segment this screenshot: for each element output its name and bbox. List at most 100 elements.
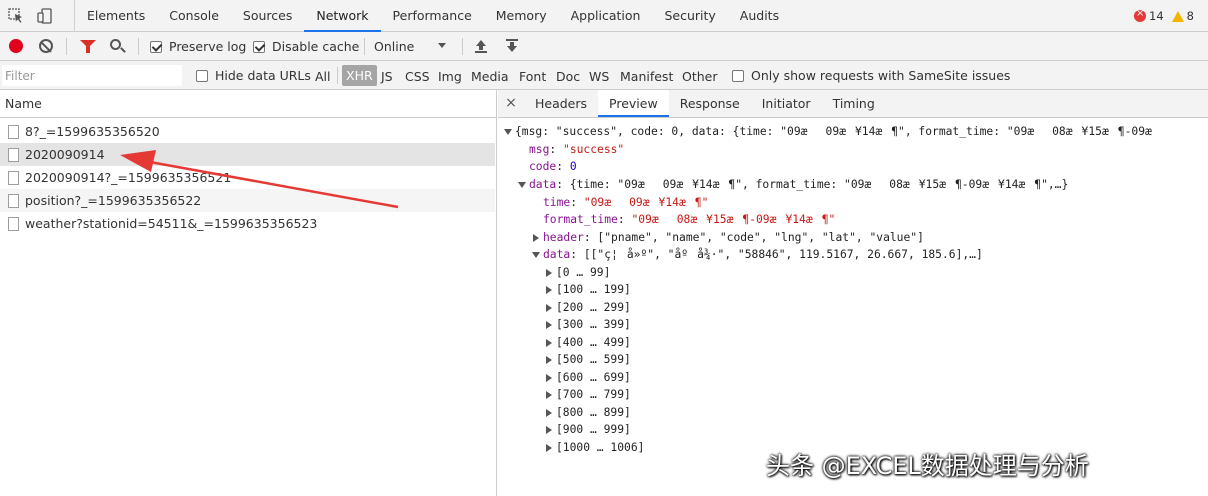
json-data-array-row[interactable]: data: [["ç¦å»º", "åºå¾·", "58846", 119… xyxy=(532,246,983,264)
samesite-toggle[interactable]: Only show requests with SameSite issues xyxy=(732,68,1010,83)
disable-cache-checkbox[interactable] xyxy=(253,40,265,53)
tab-performance[interactable]: Performance xyxy=(381,0,484,32)
preserve-log-toggle[interactable]: Preserve log xyxy=(150,39,246,54)
type-filter-css[interactable]: CSS xyxy=(405,69,430,84)
type-filter-media[interactable]: Media xyxy=(471,69,509,84)
collapsed-triangle-icon[interactable] xyxy=(546,444,552,452)
tab-response[interactable]: Response xyxy=(669,90,751,117)
json-data-row[interactable]: data: {time: "09æ09æ¥14æ¶", format_t… xyxy=(518,176,1068,194)
clear-icon[interactable] xyxy=(39,39,53,53)
json-range-label: [300 … 399] xyxy=(556,318,631,331)
type-filter-xhr[interactable]: XHR xyxy=(342,65,377,86)
type-filter-img[interactable]: Img xyxy=(438,69,462,84)
tab-application[interactable]: Application xyxy=(559,0,653,32)
collapsed-triangle-icon[interactable] xyxy=(546,356,552,364)
json-data-array-summary: [["ç¦å»º", "åºå¾·", "58846", 119.5167,… xyxy=(583,248,983,261)
tab-elements[interactable]: Elements xyxy=(75,0,157,32)
disable-cache-toggle[interactable]: Disable cache xyxy=(253,39,359,54)
export-har-icon[interactable] xyxy=(505,38,519,54)
json-range-row[interactable]: [600 … 699] xyxy=(545,369,631,387)
collapsed-triangle-icon[interactable] xyxy=(546,321,552,329)
search-icon[interactable] xyxy=(110,39,121,50)
type-filter-font[interactable]: Font xyxy=(519,69,546,84)
json-range-label: [100 … 199] xyxy=(556,283,631,296)
json-range-row[interactable]: [400 … 499] xyxy=(545,334,631,352)
request-row[interactable]: weather?stationid=54511&_=1599635356523 xyxy=(0,212,495,235)
collapsed-triangle-icon[interactable] xyxy=(546,269,552,277)
preserve-log-label: Preserve log xyxy=(169,39,247,54)
device-toolbar-icon[interactable] xyxy=(37,8,53,24)
request-row-selected[interactable]: 2020090914 xyxy=(0,143,495,166)
hide-data-urls-label: Hide data URLs xyxy=(215,68,311,83)
json-range-row[interactable]: [900 … 999] xyxy=(545,421,631,439)
json-range-label: [0 … 99] xyxy=(556,266,611,279)
expanded-triangle-icon[interactable] xyxy=(504,129,512,135)
json-range-row[interactable]: [300 … 399] xyxy=(545,316,631,334)
request-row[interactable]: 8?_=1599635356520 xyxy=(0,120,495,143)
toolbar-divider xyxy=(66,38,67,55)
collapsed-triangle-icon[interactable] xyxy=(546,409,552,417)
chevron-down-icon[interactable] xyxy=(438,43,446,48)
tab-sources[interactable]: Sources xyxy=(231,0,304,32)
tab-initiator[interactable]: Initiator xyxy=(751,90,822,117)
json-range-row[interactable]: [700 … 799] xyxy=(545,386,631,404)
type-filter-doc[interactable]: Doc xyxy=(556,69,580,84)
json-range-row[interactable]: [1000 … 1006] xyxy=(545,439,644,457)
json-range-label: [700 … 799] xyxy=(556,388,631,401)
collapsed-triangle-icon[interactable] xyxy=(546,339,552,347)
tab-audits[interactable]: Audits xyxy=(728,0,791,32)
type-filter-all[interactable]: All xyxy=(315,69,331,84)
toolbar-divider xyxy=(364,38,365,55)
warning-icon xyxy=(1171,10,1184,22)
json-range-label: [600 … 699] xyxy=(556,371,631,384)
request-name: 2020090914?_=1599635356521 xyxy=(25,170,232,185)
json-key: data xyxy=(529,178,557,191)
type-filter-js[interactable]: JS xyxy=(381,69,393,84)
tab-timing[interactable]: Timing xyxy=(822,90,886,117)
collapsed-triangle-icon[interactable] xyxy=(546,391,552,399)
request-row[interactable]: position?_=1599635356522 xyxy=(0,189,495,212)
preserve-log-checkbox[interactable] xyxy=(150,40,162,53)
type-filter-manifest[interactable]: Manifest xyxy=(620,69,673,84)
json-range-row[interactable]: [100 … 199] xyxy=(545,281,631,299)
collapsed-triangle-icon[interactable] xyxy=(546,304,552,312)
file-icon xyxy=(8,193,19,208)
samesite-checkbox[interactable] xyxy=(732,69,744,82)
json-root-row[interactable]: {msg: "success", code: 0, data: {time: "… xyxy=(504,123,1152,141)
close-icon[interactable]: × xyxy=(498,90,524,117)
json-range-row[interactable]: [500 … 599] xyxy=(545,351,631,369)
tab-headers[interactable]: Headers xyxy=(524,90,598,117)
json-range-row[interactable]: [200 … 299] xyxy=(545,299,631,317)
tab-console[interactable]: Console xyxy=(157,0,231,32)
collapsed-triangle-icon[interactable] xyxy=(546,426,552,434)
collapsed-triangle-icon[interactable] xyxy=(546,286,552,294)
hide-data-urls-checkbox[interactable] xyxy=(196,69,208,82)
json-range-row[interactable]: [0 … 99] xyxy=(545,264,610,282)
tab-security[interactable]: Security xyxy=(652,0,727,32)
tab-preview[interactable]: Preview xyxy=(598,90,669,117)
type-filter-other[interactable]: Other xyxy=(682,69,718,84)
samesite-label: Only show requests with SameSite issues xyxy=(751,68,1011,83)
record-button[interactable] xyxy=(9,39,23,53)
hide-data-urls-toggle[interactable]: Hide data URLs xyxy=(196,68,311,83)
filter-icon[interactable] xyxy=(80,40,96,53)
expanded-triangle-icon[interactable] xyxy=(518,182,526,188)
collapsed-triangle-icon[interactable] xyxy=(546,374,552,382)
throttling-select[interactable]: Online xyxy=(374,39,414,54)
element-picker-icon[interactable] xyxy=(8,8,24,24)
issue-counters[interactable]: 14 8 xyxy=(1134,8,1194,23)
expanded-triangle-icon[interactable] xyxy=(532,252,540,258)
json-range-label: [500 … 599] xyxy=(556,353,631,366)
json-header-row[interactable]: header: ["pname", "name", "code", "lng",… xyxy=(532,229,924,247)
tab-network[interactable]: Network xyxy=(304,0,381,32)
name-column-header[interactable]: Name xyxy=(0,90,496,118)
import-har-icon[interactable] xyxy=(474,38,488,54)
tab-memory[interactable]: Memory xyxy=(484,0,559,32)
json-key: msg xyxy=(529,143,550,156)
type-filter-ws[interactable]: WS xyxy=(589,69,609,84)
request-row[interactable]: 2020090914?_=1599635356521 xyxy=(0,166,495,189)
filter-input[interactable] xyxy=(2,65,182,86)
json-header-value: ["pname", "name", "code", "lng", "lat", … xyxy=(597,231,924,244)
json-range-row[interactable]: [800 … 899] xyxy=(545,404,631,422)
collapsed-triangle-icon[interactable] xyxy=(533,234,539,242)
